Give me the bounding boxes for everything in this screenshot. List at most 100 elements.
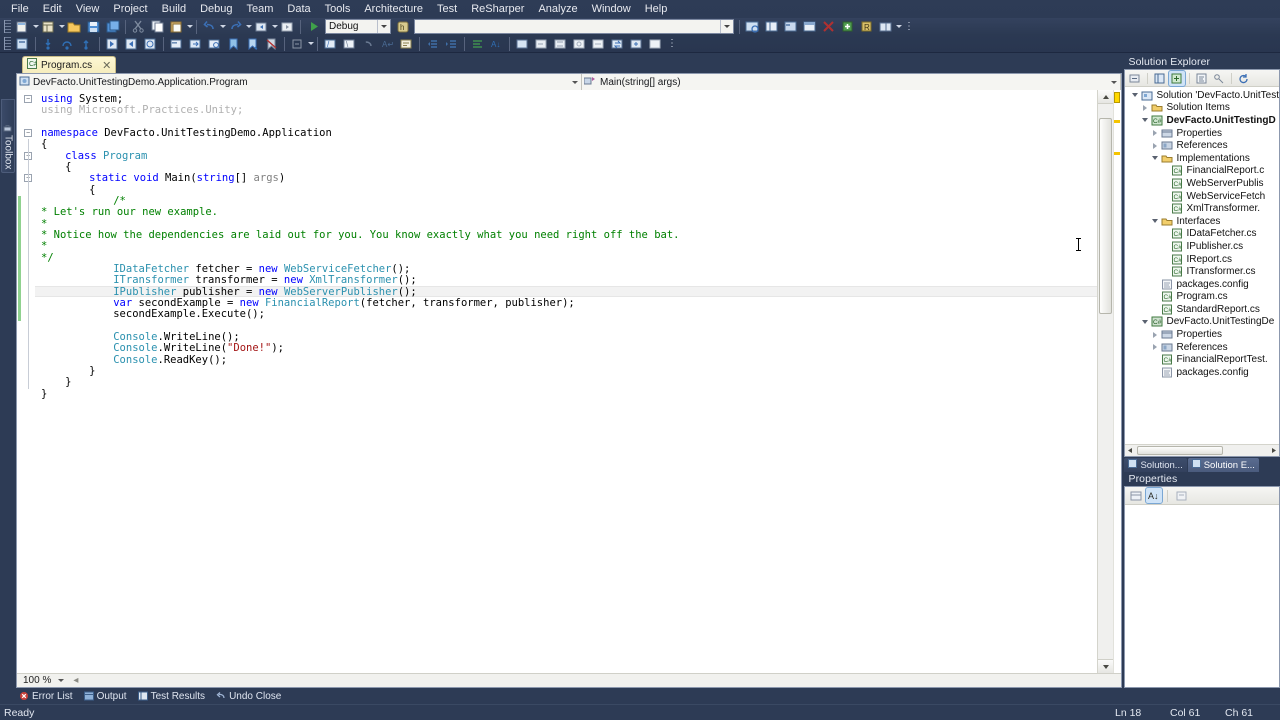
document-tab-program-cs[interactable]: C# Program.cs ✕ — [22, 56, 117, 73]
menu-item-window[interactable]: Window — [585, 1, 638, 18]
code-line[interactable]: { — [89, 184, 95, 196]
toolbox-tab[interactable]: Toolbox — [1, 99, 15, 173]
tree-node[interactable]: packages.config — [1125, 366, 1279, 379]
code-line[interactable]: } — [65, 377, 71, 388]
code-line[interactable]: static void Main(string[] args) — [89, 173, 285, 184]
menu-item-view[interactable]: View — [69, 1, 107, 18]
scrollbar-thumb[interactable] — [1099, 118, 1113, 314]
menu-item-tools[interactable]: Tools — [318, 1, 358, 18]
tree-node[interactable]: Solution 'DevFacto.UnitTest — [1125, 89, 1279, 102]
start-debug-icon[interactable] — [305, 19, 322, 34]
tree-node[interactable]: References — [1125, 139, 1279, 152]
expander-expanded-icon[interactable] — [1149, 216, 1160, 227]
expander-expanded-icon[interactable] — [1149, 153, 1160, 164]
code-text-surface[interactable]: using System; using Microsoft.Practices.U… — [35, 90, 1098, 673]
clear-bookmarks-icon[interactable] — [263, 36, 280, 51]
navigate-to-icon[interactable] — [168, 36, 185, 51]
menu-item-resharper[interactable]: ReSharper — [464, 1, 531, 18]
save-icon[interactable] — [85, 19, 102, 34]
resharper-icon[interactable]: R — [858, 19, 875, 34]
tree-node[interactable]: C# DevFacto.UnitTestingDe — [1125, 316, 1279, 329]
bottom-tab-undoclose[interactable]: Undo Close — [211, 689, 286, 703]
scroll-left-button[interactable] — [1125, 445, 1136, 456]
menu-item-build[interactable]: Build — [155, 1, 193, 18]
solution-explorer-icon[interactable] — [744, 19, 761, 34]
tree-node[interactable]: C# DevFacto.UnitTestingD — [1125, 114, 1279, 127]
more-refactorings-icon[interactable] — [647, 36, 664, 51]
navigate-forward-icon[interactable] — [279, 19, 296, 34]
collapse-all-icon[interactable] — [1127, 71, 1143, 86]
categorized-icon[interactable] — [1128, 488, 1144, 503]
find-references-icon[interactable] — [206, 36, 223, 51]
expander-expanded-icon[interactable] — [1139, 115, 1150, 126]
tree-node[interactable]: Interfaces — [1125, 215, 1279, 228]
toolbar2-overflow-icon[interactable]: ⋮ — [667, 38, 677, 49]
type-navigation-combo[interactable]: DevFacto.UnitTestingDemo.Application.Pro… — [17, 74, 582, 90]
tree-node[interactable]: C# IReport.cs — [1125, 253, 1279, 266]
copy-icon[interactable] — [149, 19, 166, 34]
hex-editor-icon[interactable]: h — [394, 19, 411, 34]
menu-item-project[interactable]: Project — [106, 1, 154, 18]
tree-node[interactable]: C# XmlTransformer. — [1125, 202, 1279, 215]
solution-explorer-horizontal-scrollbar[interactable] — [1125, 444, 1279, 456]
tree-node[interactable]: C# ITransformer.cs — [1125, 265, 1279, 278]
bottom-tab-output[interactable]: Output — [79, 689, 132, 703]
tree-node[interactable]: Properties — [1125, 328, 1279, 341]
redo-dropdown-icon[interactable] — [245, 19, 252, 34]
tree-node[interactable]: Properties — [1125, 127, 1279, 140]
code-line[interactable]: using Microsoft.Practices.Unity; — [41, 105, 243, 116]
toolbar-grip-2[interactable] — [4, 37, 11, 50]
new-item-panel-icon[interactable] — [514, 36, 531, 51]
chevron-down-icon[interactable] — [58, 679, 65, 682]
view-code-icon[interactable] — [1194, 71, 1210, 86]
solution-tree[interactable]: Solution 'DevFacto.UnitTest Solution Item… — [1125, 87, 1279, 444]
code-line[interactable]: { — [65, 161, 71, 173]
tree-node[interactable]: C# StandardReport.cs — [1125, 303, 1279, 316]
bottom-tab-testresults[interactable]: Test Results — [133, 689, 210, 703]
generate-code-icon[interactable] — [628, 36, 645, 51]
refactor-rename-icon[interactable] — [533, 36, 550, 51]
decrease-indent-icon[interactable] — [424, 36, 441, 51]
toolbox-window-icon[interactable] — [801, 19, 818, 34]
menu-item-test[interactable]: Test — [430, 1, 464, 18]
chevron-down-icon[interactable] — [377, 20, 390, 33]
code-line[interactable]: */ — [41, 252, 54, 264]
find-next-icon[interactable] — [104, 36, 121, 51]
tree-node[interactable]: C# Program.cs — [1125, 291, 1279, 304]
uncomment-selection-icon[interactable]: \ — [341, 36, 358, 51]
code-line[interactable]: * Let's run our new example. — [41, 207, 218, 218]
encapsulate-field-icon[interactable] — [571, 36, 588, 51]
outlining-margin[interactable]: −−−− — [21, 90, 35, 673]
menu-item-edit[interactable]: Edit — [36, 1, 69, 18]
expander-collapsed-icon[interactable] — [1149, 140, 1160, 151]
undo-icon[interactable] — [201, 19, 218, 34]
paste-icon[interactable] — [168, 19, 185, 34]
menu-item-file[interactable]: File — [4, 1, 36, 18]
alphabetical-sort-icon[interactable]: A↓ — [1145, 487, 1164, 504]
undo-last-operation-icon[interactable] — [360, 36, 377, 51]
cut-icon[interactable] — [130, 19, 147, 34]
tree-node[interactable]: C# IDataFetcher.cs — [1125, 228, 1279, 241]
outlining-toggle[interactable]: − — [24, 95, 32, 103]
tree-node[interactable]: C# IPublisher.cs — [1125, 240, 1279, 253]
bottom-tab-errorlist[interactable]: Error List — [14, 689, 78, 703]
solution-configuration-combo[interactable]: Debug — [325, 19, 391, 34]
error-list-window-icon[interactable] — [820, 19, 837, 34]
scroll-down-button[interactable] — [1098, 659, 1114, 673]
code-line[interactable]: * Notice how the dependencies are laid o… — [41, 229, 679, 241]
zoom-level-label[interactable]: 100 % — [23, 675, 51, 686]
undo-dropdown-icon[interactable] — [219, 19, 226, 34]
menu-item-architecture[interactable]: Architecture — [357, 1, 430, 18]
menu-item-analyze[interactable]: Analyze — [531, 1, 584, 18]
menu-item-help[interactable]: Help — [638, 1, 675, 18]
expander-collapsed-icon[interactable] — [1139, 102, 1150, 113]
tree-node[interactable]: References — [1125, 341, 1279, 354]
find-all-icon[interactable] — [142, 36, 159, 51]
dock-tab-solution[interactable]: Solution... — [1124, 458, 1187, 472]
properties-icon[interactable] — [1152, 71, 1168, 86]
code-line[interactable]: namespace DevFacto.UnitTestingDemo.Appli… — [41, 127, 332, 139]
tree-node[interactable]: packages.config — [1125, 278, 1279, 291]
toolbar-overflow-icon[interactable]: ⋮ — [904, 21, 914, 32]
sort-usings-icon[interactable]: A↓ — [488, 36, 505, 51]
toolbar-grip[interactable] — [4, 20, 11, 33]
